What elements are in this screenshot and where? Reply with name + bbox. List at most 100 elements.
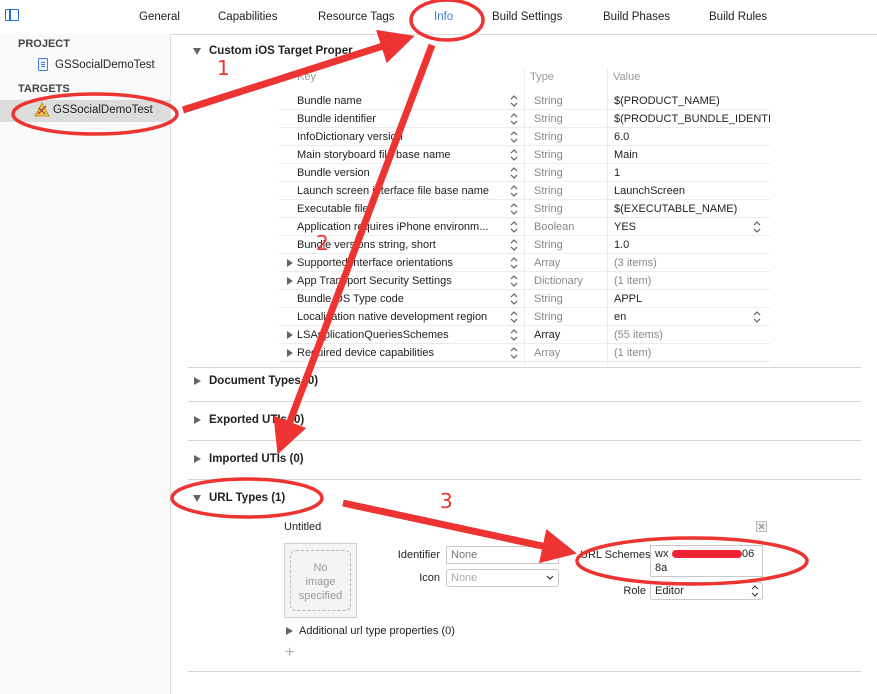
updown-chevron-icon[interactable] [510,347,518,359]
property-row[interactable]: Application requires iPhone environm... B… [279,218,770,236]
tab-build-phases[interactable]: Build Phases [603,11,670,23]
property-value[interactable]: LaunchScreen [614,185,770,197]
column-header-type[interactable]: Type [530,71,554,83]
column-header-key[interactable]: Key [297,71,316,83]
disclosure-closed-icon[interactable] [287,259,293,267]
tab-capabilities[interactable]: Capabilities [218,11,277,23]
disclosure-closed-icon[interactable] [287,277,293,285]
updown-chevron-icon[interactable] [753,221,761,233]
property-key: Required device capabilities [297,347,434,359]
tab-resource-tags[interactable]: Resource Tags [318,11,395,23]
updown-chevron-icon[interactable] [510,203,518,215]
property-value[interactable]: $(PRODUCT_BUNDLE_IDENTI [614,113,770,125]
property-value[interactable]: $(EXECUTABLE_NAME) [614,203,770,215]
disclosure-closed-icon[interactable] [194,416,201,424]
tab-build-rules[interactable]: Build Rules [709,11,767,23]
no-image-label: No image specified [298,562,343,602]
sidebar-toggle-icon[interactable] [5,9,19,21]
property-row[interactable]: Bundle version String 1 [279,164,770,182]
disclosure-closed-icon[interactable] [194,455,201,463]
updown-chevron-icon[interactable] [510,167,518,179]
role-select[interactable]: Editor [650,582,763,600]
disclosure-closed-icon[interactable] [287,331,293,339]
disclosure-closed-icon[interactable] [287,349,293,357]
property-value[interactable]: $(PRODUCT_NAME) [614,95,770,107]
property-row[interactable]: Localization native development region St… [279,308,770,326]
sidebar-item-target[interactable]: GSSocialDemoTest [0,100,170,122]
updown-chevron-icon[interactable] [510,311,518,323]
property-row[interactable]: App Transport Security Settings Dictionar… [279,272,770,290]
tab-info[interactable]: Info [434,11,453,23]
property-value[interactable]: APPL [614,293,770,305]
updown-chevron-icon[interactable] [753,311,761,323]
updown-chevron-icon[interactable] [510,149,518,161]
updown-chevron-icon[interactable] [510,95,518,107]
column-header-value[interactable]: Value [613,71,640,83]
disclosure-closed-icon[interactable] [286,627,293,635]
sidebar-item-label: GSSocialDemoTest [53,104,153,116]
url-icon-image-well[interactable]: No image specified [284,543,357,618]
updown-chevron-icon[interactable] [510,221,518,233]
property-key: LSApplicationQueriesSchemes [297,329,449,341]
property-value[interactable]: 1 [614,167,770,179]
property-type: String [534,95,563,107]
property-row[interactable]: LSApplicationQueriesSchemes Array (55 item… [279,326,770,344]
property-type: String [534,131,563,143]
updown-chevron-icon[interactable] [510,113,518,125]
property-value[interactable]: (1 item) [614,347,770,359]
sidebar-item-project[interactable]: GSSocialDemoTest [0,55,170,77]
property-row[interactable]: Executable file String $(EXECUTABLE_NAME) [279,200,770,218]
document-types-section[interactable]: Document Types (0) [209,375,318,387]
property-row[interactable]: Required device capabilities Array (1 item… [279,344,770,362]
updown-chevron-icon[interactable] [510,275,518,287]
annotation-number-3: 3 [440,489,453,513]
url-schemes-field[interactable]: wx 06 8a [650,545,763,577]
updown-chevron-icon[interactable] [510,239,518,251]
updown-chevron-icon[interactable] [510,185,518,197]
annotation-number-1: 1 [217,56,230,80]
property-row[interactable]: Main storyboard file base name String Main [279,146,770,164]
property-value[interactable]: (3 items) [614,257,770,269]
property-value[interactable]: (55 items) [614,329,770,341]
tab-build-settings[interactable]: Build Settings [492,11,562,23]
disclosure-open-icon[interactable] [193,48,201,55]
property-type: String [534,113,563,125]
property-value[interactable]: YES [614,221,770,233]
property-value[interactable]: en [614,311,770,323]
url-types-section[interactable]: URL Types (1) [209,492,285,504]
disclosure-closed-icon[interactable] [194,377,201,385]
identifier-field[interactable] [446,546,559,564]
remove-url-type-icon[interactable] [756,521,767,532]
property-row[interactable]: Launch screen interface file base name St… [279,182,770,200]
updown-chevron-icon[interactable] [510,329,518,341]
url-schemes-value-line2: 8a [655,562,668,574]
property-key: Bundle version [297,167,370,179]
property-type: Array [534,257,561,269]
property-row[interactable]: InfoDictionary version String 6.0 [279,128,770,146]
updown-chevron-icon[interactable] [510,131,518,143]
property-row[interactable]: Bundle versions string, short String 1.0 [279,236,770,254]
property-row[interactable]: Bundle name String $(PRODUCT_NAME) [279,92,770,110]
add-url-type-button[interactable]: + [285,644,294,662]
property-value[interactable]: (1 item) [614,275,770,287]
identifier-label: Identifier [397,549,440,561]
tab-general[interactable]: General [139,11,180,23]
updown-chevron-icon[interactable] [510,293,518,305]
property-value[interactable]: Main [614,149,770,161]
arrow-3 [342,499,577,564]
url-schemes-label: URL Schemes [580,549,651,561]
role-label: Role [623,585,646,597]
property-value[interactable]: 6.0 [614,131,770,143]
updown-chevron-icon[interactable] [510,257,518,269]
property-row[interactable]: Bundle OS Type code String APPL [279,290,770,308]
property-value[interactable]: 1.0 [614,239,770,251]
property-row[interactable]: Supported interface orientations Array (3 … [279,254,770,272]
property-row[interactable]: Bundle identifier String $(PRODUCT_BUNDLE_… [279,110,770,128]
exported-utis-section[interactable]: Exported UTIs (0) [209,414,304,426]
section-divider [188,671,861,672]
additional-url-properties[interactable]: Additional url type properties (0) [299,625,455,637]
disclosure-open-icon[interactable] [193,495,201,502]
project-section-header: PROJECT [18,38,70,50]
imported-utis-section[interactable]: Imported UTIs (0) [209,453,304,465]
icon-select[interactable]: None [446,569,559,587]
